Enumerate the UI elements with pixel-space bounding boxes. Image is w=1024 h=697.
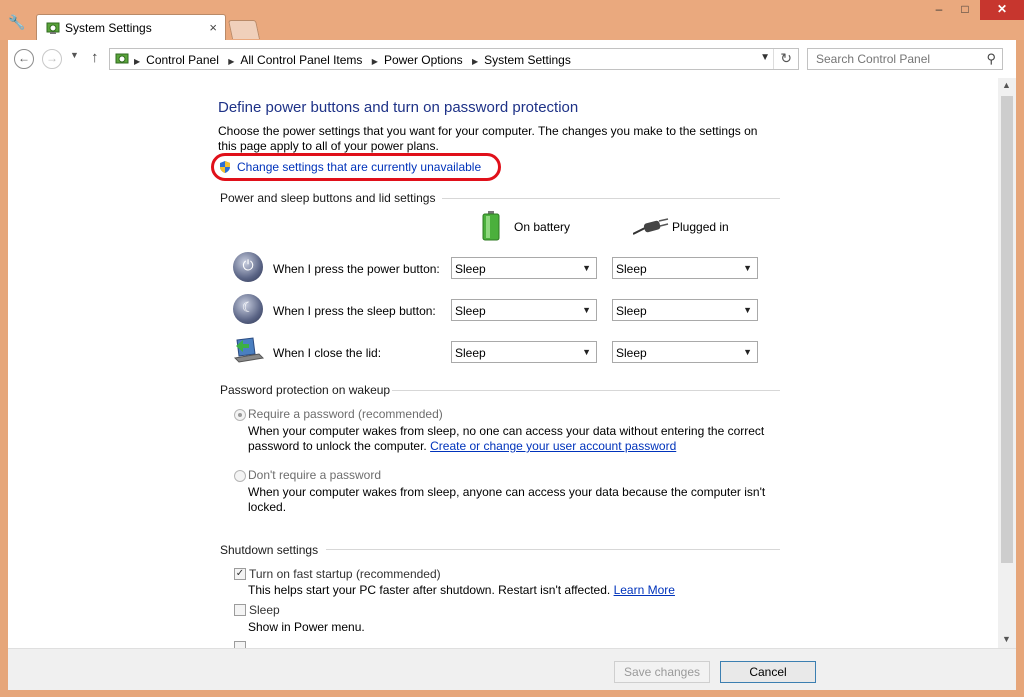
laptop-lid-icon	[233, 337, 265, 363]
power-button-battery-select[interactable]: Sleep ▼	[451, 257, 597, 279]
chevron-right-icon[interactable]: ▶	[228, 57, 234, 66]
select-value: Sleep	[455, 346, 486, 360]
chevron-down-icon[interactable]: ▼	[760, 52, 770, 63]
select-value: Sleep	[455, 262, 486, 276]
scroll-down-icon[interactable]: ▼	[1002, 634, 1011, 644]
button-bar: Save changes Cancel	[8, 648, 1016, 690]
window-frame: 🔧 System Settings × – □ ✕ ← → ▼ ↑ ▶ Contr…	[0, 0, 1024, 697]
account-password-link[interactable]: Create or change your user account passw…	[430, 439, 676, 453]
address-bar[interactable]: ▶ Control Panel ▶ All Control Panel Items …	[109, 48, 799, 70]
sleep-label: Sleep	[249, 603, 280, 617]
select-value: Sleep	[616, 346, 647, 360]
chevron-down-icon: ▼	[743, 305, 752, 315]
hibernate-checkbox[interactable]	[234, 641, 246, 648]
chevron-down-icon: ▼	[582, 347, 591, 357]
require-password-label: Require a password (recommended)	[248, 407, 443, 421]
divider	[392, 390, 780, 391]
up-arrow-icon[interactable]: ↑	[91, 49, 99, 66]
breadcrumb: ▶ Control Panel ▶ All Control Panel Items …	[132, 53, 575, 67]
search-input[interactable]	[814, 51, 978, 67]
chevron-right-icon: ▶	[134, 57, 141, 66]
select-value: Sleep	[616, 304, 647, 318]
breadcrumb-item[interactable]: System Settings	[484, 53, 571, 67]
chevron-down-icon: ▼	[582, 305, 591, 315]
sleep-button-plugged-select[interactable]: Sleep ▼	[612, 299, 758, 321]
control-panel-icon	[46, 22, 60, 34]
sleep-button-icon: ☾	[233, 294, 263, 324]
control-panel-icon	[115, 53, 129, 64]
select-value: Sleep	[455, 304, 486, 318]
fast-startup-description: This helps start your PC faster after sh…	[248, 583, 768, 598]
close-tab-icon[interactable]: ×	[209, 20, 217, 35]
fast-startup-label: Turn on fast startup (recommended)	[249, 567, 441, 581]
search-icon[interactable]: ⚲	[986, 51, 996, 67]
wrench-icon[interactable]: 🔧	[8, 14, 26, 32]
battery-icon	[482, 211, 500, 241]
cancel-button[interactable]: Cancel	[720, 661, 816, 683]
require-password-description: When your computer wakes from sleep, no …	[248, 424, 768, 454]
close-lid-plugged-select[interactable]: Sleep ▼	[612, 341, 758, 363]
chevron-down-icon: ▼	[743, 263, 752, 273]
fast-startup-text: This helps start your PC faster after sh…	[248, 583, 611, 597]
minimize-button[interactable]: –	[926, 0, 952, 20]
sleep-checkbox[interactable]	[234, 604, 246, 616]
page-description: Choose the power settings that you want …	[218, 124, 758, 153]
fast-startup-checkbox[interactable]: ✓	[234, 568, 246, 580]
forward-icon[interactable]: →	[42, 49, 62, 69]
back-icon[interactable]: ←	[14, 49, 34, 69]
refresh-icon[interactable]: ↻	[780, 50, 792, 67]
scroll-up-icon[interactable]: ▲	[1002, 80, 1011, 90]
scrollbar-thumb[interactable]	[1001, 96, 1013, 563]
no-password-description: When your computer wakes from sleep, any…	[248, 485, 766, 514]
divider	[773, 49, 774, 69]
main-content: Define power buttons and turn on passwor…	[8, 78, 998, 648]
divider	[442, 198, 780, 199]
power-button-plugged-select[interactable]: Sleep ▼	[612, 257, 758, 279]
power-button-label: When I press the power button:	[273, 262, 440, 276]
on-battery-label: On battery	[514, 220, 571, 234]
password-section-title: Password protection on wakeup	[220, 383, 391, 397]
highlight-annotation	[211, 153, 501, 181]
no-password-radio[interactable]	[234, 470, 246, 482]
maximize-button[interactable]: □	[952, 0, 978, 20]
chevron-down-icon: ▼	[582, 263, 591, 273]
recent-locations-icon[interactable]: ▼	[70, 50, 79, 60]
plugged-in-label: Plugged in	[672, 220, 729, 234]
vertical-scrollbar[interactable]: ▲ ▼	[998, 78, 1016, 648]
power-plug-icon	[633, 218, 669, 235]
navigation-bar: ← → ▼ ↑ ▶ Control Panel ▶ All Control Pane…	[8, 40, 1016, 78]
power-section-title: Power and sleep buttons and lid settings	[220, 191, 436, 205]
sleep-button-battery-select[interactable]: Sleep ▼	[451, 299, 597, 321]
save-changes-button[interactable]: Save changes	[614, 661, 710, 683]
close-lid-battery-select[interactable]: Sleep ▼	[451, 341, 597, 363]
select-value: Sleep	[616, 262, 647, 276]
breadcrumb-item[interactable]: Power Options	[384, 53, 463, 67]
require-password-radio[interactable]	[234, 409, 246, 421]
power-button-icon: ⏻	[233, 252, 263, 282]
close-lid-label: When I close the lid:	[273, 346, 382, 360]
new-tab-button[interactable]	[227, 20, 261, 39]
breadcrumb-item[interactable]: Control Panel	[146, 53, 219, 67]
tab-title: System Settings	[65, 21, 152, 35]
close-button[interactable]: ✕	[980, 0, 1024, 20]
chevron-right-icon[interactable]: ▶	[472, 57, 478, 66]
shutdown-section-title: Shutdown settings	[220, 543, 319, 557]
divider	[326, 549, 780, 550]
tab-system-settings[interactable]: System Settings ×	[36, 14, 226, 41]
chevron-right-icon[interactable]: ▶	[372, 57, 378, 66]
page-title: Define power buttons and turn on passwor…	[218, 99, 579, 116]
breadcrumb-item[interactable]: All Control Panel Items	[240, 53, 362, 67]
sleep-description: Show in Power menu.	[248, 620, 365, 634]
sleep-button-label: When I press the sleep button:	[273, 304, 436, 318]
learn-more-link[interactable]: Learn More	[614, 583, 675, 597]
chevron-down-icon: ▼	[743, 347, 752, 357]
search-box[interactable]: ⚲	[807, 48, 1003, 70]
no-password-label: Don't require a password	[248, 468, 382, 482]
title-bar: 🔧 System Settings × – □ ✕	[0, 0, 1024, 41]
